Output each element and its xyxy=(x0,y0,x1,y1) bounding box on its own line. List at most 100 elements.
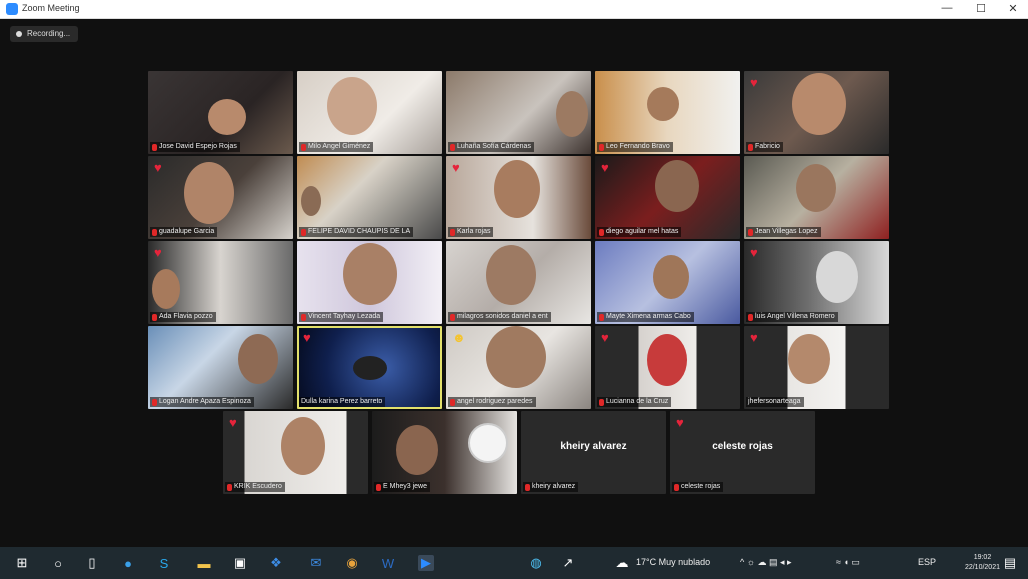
weather-text[interactable]: 17°C Muy nublado xyxy=(636,557,710,567)
participant-name: celeste rojas xyxy=(672,482,724,492)
mic-muted-icon xyxy=(748,313,753,321)
word-icon[interactable]: W xyxy=(380,555,396,571)
participant-tile[interactable]: milagros sonidos daniel a ent xyxy=(446,241,591,324)
skype-icon[interactable]: S xyxy=(156,555,172,571)
participant-name: Jose David Espejo Rojas xyxy=(150,142,240,152)
participant-tile[interactable]: Logan Andre Apaza Espinoza xyxy=(148,326,293,409)
tray-app-icon[interactable]: ↗ xyxy=(560,555,576,571)
mic-muted-icon xyxy=(599,143,604,151)
mic-muted-icon xyxy=(674,483,679,491)
smile-reaction-icon: ☻ xyxy=(452,330,466,345)
participant-name: E Mhey3 jewe xyxy=(374,482,430,492)
participant-name: Fabricio xyxy=(746,142,783,152)
participant-name: Leo Fernando Bravo xyxy=(597,142,673,152)
heart-reaction-icon: ♥ xyxy=(750,75,758,90)
chrome-icon[interactable]: ◉ xyxy=(344,555,360,571)
zoom-app-icon xyxy=(6,3,18,15)
mic-muted-icon xyxy=(301,143,306,151)
mic-muted-icon xyxy=(525,483,530,491)
participant-name: KRIK Escudero xyxy=(225,482,285,492)
task-view-icon[interactable]: ▯ xyxy=(84,555,100,571)
heart-reaction-icon: ♥ xyxy=(601,330,609,345)
participant-tile[interactable]: ♥ Fabricio xyxy=(744,71,889,154)
participant-tile[interactable]: Vincent Tayhay Lezada xyxy=(297,241,442,324)
participant-tile[interactable]: Luhaña Sofía Cárdenas xyxy=(446,71,591,154)
mic-muted-icon xyxy=(301,228,306,236)
participant-tile-video-off[interactable]: ♥ celeste rojas celeste rojas xyxy=(670,411,815,494)
participant-tile[interactable]: ♥ diego aguilar mel hatas xyxy=(595,156,740,239)
participant-display-name: celeste rojas xyxy=(712,441,773,452)
participant-tile[interactable]: Milo Angel Giménez xyxy=(297,71,442,154)
edge-browser-icon[interactable]: ● xyxy=(120,555,136,571)
participant-tile[interactable]: ♥ Lucianna de la Cruz xyxy=(595,326,740,409)
participant-name: angel rodriguez paredes xyxy=(448,397,536,407)
weather-cloud-icon: ☁ xyxy=(615,555,629,570)
heart-reaction-icon: ♥ xyxy=(303,330,311,345)
participant-tile[interactable]: Leo Fernando Bravo xyxy=(595,71,740,154)
taskbar-clock[interactable]: 19:02 22/10/2021 xyxy=(965,553,1000,573)
participant-tile[interactable]: ☻ angel rodriguez paredes xyxy=(446,326,591,409)
participant-display-name: kheiry alvarez xyxy=(560,441,627,452)
heart-reaction-icon: ♥ xyxy=(452,160,460,175)
minimize-button[interactable]: — xyxy=(940,2,954,14)
participant-name: Dulla karina Perez barreto xyxy=(299,397,386,407)
window-titlebar: Zoom Meeting — ☐ ✕ xyxy=(0,0,1028,19)
mic-muted-icon xyxy=(152,313,157,321)
dropbox-icon[interactable]: ❖ xyxy=(268,555,284,571)
participant-name: FELIPE DAVID CHAUPIS DE LA xyxy=(299,227,414,237)
participant-tile[interactable]: FELIPE DAVID CHAUPIS DE LA xyxy=(297,156,442,239)
heart-reaction-icon: ♥ xyxy=(750,330,758,345)
mic-muted-icon xyxy=(227,483,232,491)
clock-date: 22/10/2021 xyxy=(964,564,1000,571)
participant-tile[interactable]: ♥ Ada Flavia pozzo xyxy=(148,241,293,324)
participant-tile[interactable]: ♥ KRIK Escudero xyxy=(223,411,368,494)
participant-name: kheiry alvarez xyxy=(523,482,579,492)
participant-name: Milo Angel Giménez xyxy=(299,142,374,152)
participant-name: jhefersonarteaga xyxy=(746,397,804,407)
participant-name: Ada Flavia pozzo xyxy=(150,312,216,322)
participant-name: guadalupe Garcia xyxy=(150,227,218,237)
mic-muted-icon xyxy=(301,313,306,321)
recording-indicator[interactable]: Recording... xyxy=(10,26,79,42)
store-icon[interactable]: ▣ xyxy=(232,555,248,571)
maximize-button[interactable]: ☐ xyxy=(974,2,988,15)
participant-name: Jean Villegas Lopez xyxy=(746,227,821,237)
windows-taskbar: ⊞ ○ ▯ ● S ▬ ▣ ❖ ✉ ◉ W ▶ ◍ ↗ ☁ 17°C Muy n… xyxy=(0,547,1028,579)
mic-muted-icon xyxy=(599,398,604,406)
participant-tile[interactable]: ♥ luis Angel Villena Romero xyxy=(744,241,889,324)
window-title: Zoom Meeting xyxy=(22,3,80,13)
participant-tile[interactable]: ♥ jhefersonarteaga xyxy=(744,326,889,409)
notifications-icon[interactable]: ▤ xyxy=(1002,555,1018,571)
participant-name: diego aguilar mel hatas xyxy=(597,227,682,237)
mail-icon[interactable]: ✉ xyxy=(308,555,324,571)
participant-tile[interactable]: ♥ guadalupe Garcia xyxy=(148,156,293,239)
meeting-gallery: Recording... Jose David Espejo Rojas Mil… xyxy=(0,19,1028,547)
clock-time: 19:02 xyxy=(973,554,992,561)
participant-tile-video-off[interactable]: kheiry alvarez kheiry alvarez xyxy=(521,411,666,494)
participant-tile[interactable]: Jean Villegas Lopez xyxy=(744,156,889,239)
heart-reaction-icon: ♥ xyxy=(676,415,684,430)
participant-tile-active-speaker[interactable]: ♥ Dulla karina Perez barreto xyxy=(297,326,442,409)
system-tray-icons[interactable]: ^ ☼ ☁ ▤ ◂ ▸ xyxy=(740,557,792,568)
participant-name: Lucianna de la Cruz xyxy=(597,397,672,407)
search-icon[interactable]: ○ xyxy=(50,555,66,571)
heart-reaction-icon: ♥ xyxy=(750,245,758,260)
mic-muted-icon xyxy=(152,398,157,406)
heart-reaction-icon: ♥ xyxy=(154,160,162,175)
close-button[interactable]: ✕ xyxy=(1006,2,1020,15)
tray-status-icons[interactable]: ≈ ◖ ▭ xyxy=(836,557,860,568)
windows-start-icon[interactable]: ⊞ xyxy=(14,555,30,571)
file-explorer-icon[interactable]: ▬ xyxy=(196,555,212,571)
participant-name: Logan Andre Apaza Espinoza xyxy=(150,397,254,407)
mic-muted-icon xyxy=(152,228,157,236)
participant-tile[interactable]: ♥ Karla rojas xyxy=(446,156,591,239)
mic-muted-icon xyxy=(152,143,157,151)
recording-icon xyxy=(16,31,22,37)
participant-tile[interactable]: Jose David Espejo Rojas xyxy=(148,71,293,154)
language-indicator[interactable]: ESP xyxy=(918,557,936,567)
participant-tile[interactable]: Mayte Ximena armas Cabo xyxy=(595,241,740,324)
zoom-icon[interactable]: ▶ xyxy=(418,555,434,571)
participant-tile[interactable]: E Mhey3 jewe xyxy=(372,411,517,494)
network-app-icon[interactable]: ◍ xyxy=(528,555,544,571)
mic-muted-icon xyxy=(599,228,604,236)
